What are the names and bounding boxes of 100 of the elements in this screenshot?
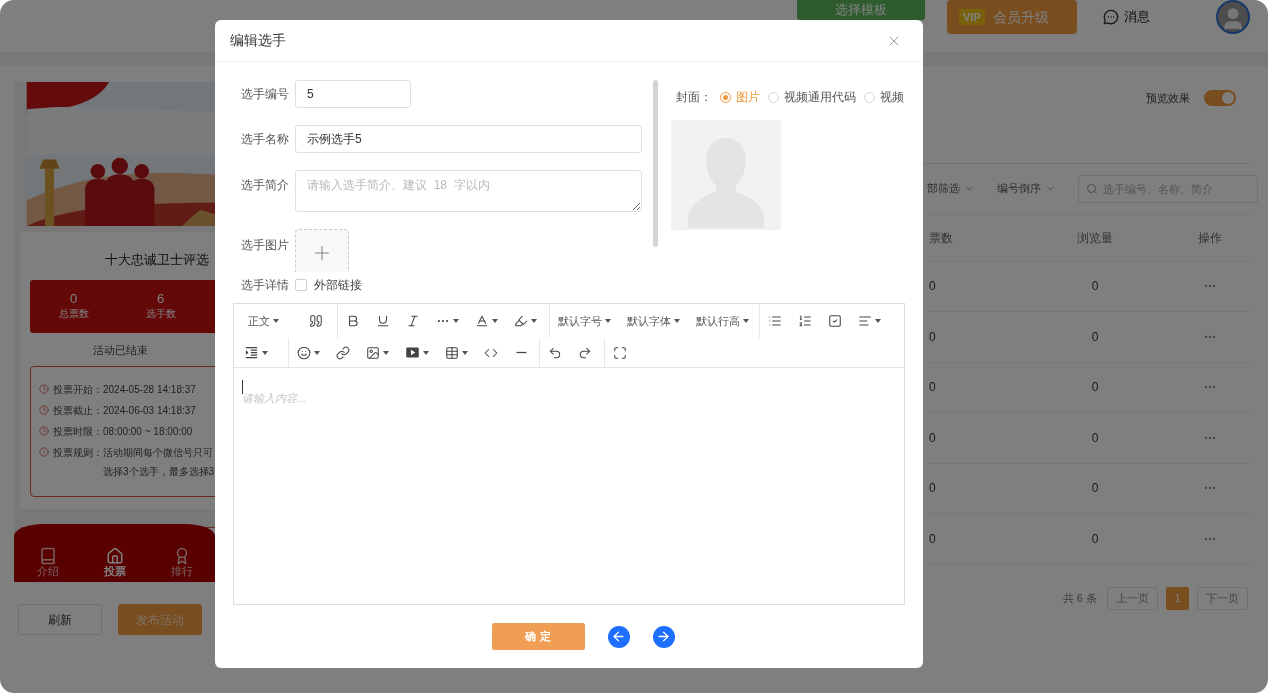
field-label: 选手简介 <box>241 177 290 194</box>
vip-badge: VIP <box>959 8 985 26</box>
line-height-dropdown[interactable]: 默认行高 <box>688 304 757 338</box>
filter-dropdown[interactable]: 部筛选 <box>927 180 975 197</box>
stat-value: 6 <box>156 291 165 308</box>
info-label: 投票开始： <box>53 383 103 398</box>
fullscreen-icon <box>613 345 627 360</box>
stat-label: 选手数 <box>145 307 176 322</box>
quote-icon <box>309 314 323 328</box>
scrollbar[interactable] <box>653 80 658 247</box>
info-value: 选择3个选手，最多选择3 <box>103 465 215 480</box>
caret-icon <box>605 319 611 323</box>
field-label: 选手编号 <box>241 86 290 103</box>
caret-icon <box>314 350 320 355</box>
field-label: 选手图片 <box>241 237 290 254</box>
table-cell-text: 0 <box>928 530 937 548</box>
font-size-dropdown[interactable]: 默认字号 <box>550 304 619 338</box>
info-value: 08:00:00 ~ 18:00:00 <box>103 425 193 440</box>
cover-radio[interactable]: 视频 <box>864 88 904 106</box>
refresh-button[interactable]: 刷新 <box>18 604 102 635</box>
nav-tab[interactable]: 排行 <box>148 547 215 578</box>
link-icon <box>336 345 350 360</box>
caret-icon <box>674 319 680 323</box>
next-button[interactable] <box>652 625 675 648</box>
template-button[interactable]: 选择模板 <box>797 0 925 20</box>
image-upload-button[interactable] <box>295 229 349 272</box>
cover-radio[interactable]: 图片 <box>720 88 760 106</box>
info-label: 投票时限： <box>53 425 103 440</box>
italic-icon <box>406 314 420 328</box>
arrow-right-icon <box>656 629 671 644</box>
undo-icon <box>548 345 562 360</box>
total-count: 共 6 条 <box>1062 590 1097 606</box>
highlighter-icon <box>514 314 528 328</box>
clock-icon <box>39 405 49 416</box>
home-icon <box>105 547 124 565</box>
font-color-icon <box>475 314 489 328</box>
preview-toggle[interactable] <box>1204 90 1236 107</box>
info-value: 2024-06-03 14:18:37 <box>103 404 196 419</box>
text-input[interactable]: 5 <box>295 80 411 108</box>
caret-icon <box>453 319 459 323</box>
user-avatar[interactable] <box>1216 0 1250 34</box>
caret-icon <box>273 319 279 323</box>
caret-icon <box>462 350 468 355</box>
column-header: 浏览量 <box>1076 229 1114 247</box>
caret-icon <box>383 350 389 355</box>
video-icon <box>405 345 420 360</box>
nav-tab[interactable]: 投票 <box>81 547 148 578</box>
caret-icon <box>743 319 749 323</box>
info-value: 活动期间每个微信号只可 <box>103 446 214 461</box>
clock-icon <box>39 384 49 395</box>
field-label: 选手名称 <box>241 131 290 148</box>
table-cell-text: 0 <box>928 480 937 498</box>
paragraph-dropdown[interactable]: 正文 <box>240 304 287 338</box>
text-input[interactable]: 示例选手5 <box>295 125 642 153</box>
caret-icon <box>262 350 268 355</box>
align-left-icon <box>858 314 872 328</box>
activity-status: 活动已结束 <box>92 342 149 358</box>
smile-icon <box>297 345 311 360</box>
indent-icon <box>244 345 259 360</box>
table-cell-text: 0 <box>928 429 937 447</box>
stat-label: 总票数 <box>58 307 89 322</box>
table-cell-text: 0 <box>928 328 937 346</box>
info-value: 2024-05-28 14:18:37 <box>103 383 196 398</box>
table-cell-text: 0 <box>1090 379 1100 397</box>
table-icon <box>445 345 459 360</box>
table-cell-text: 0 <box>1090 278 1100 296</box>
intro-textarea[interactable]: 请输入选手简介、建议 18 字以内 <box>295 170 642 212</box>
nav-tab[interactable]: 介绍 <box>14 547 81 578</box>
column-header: 票数 <box>928 229 954 247</box>
info-label: 投票规则： <box>53 446 103 461</box>
table-cell-text: 0 <box>1090 328 1100 346</box>
dialog-title: 编辑选手 <box>230 31 286 50</box>
alert-icon <box>39 447 49 458</box>
cover-label: 封面： <box>676 89 712 106</box>
underline-icon <box>376 314 390 328</box>
search-icon <box>1086 182 1098 195</box>
messages-button[interactable]: 消息 <box>1103 0 1150 34</box>
caret-icon <box>492 319 498 323</box>
confirm-button[interactable]: 确 定 <box>491 623 585 650</box>
caret-icon <box>875 319 881 323</box>
table-cell-text: 0 <box>1090 480 1100 498</box>
table-cell-text: 0 <box>1090 429 1100 447</box>
caret-icon <box>531 319 537 323</box>
field-label: 选手详情 <box>241 277 290 294</box>
column-header: 操作 <box>1197 229 1223 247</box>
bold-icon <box>346 314 360 328</box>
caret-icon <box>423 350 429 355</box>
preview-label: 预览效果 <box>1146 91 1190 106</box>
book-icon <box>38 547 57 565</box>
stat-value: 0 <box>69 291 78 308</box>
font-family-dropdown[interactable]: 默认字体 <box>619 304 688 338</box>
redo-icon <box>578 345 592 360</box>
cover-radio[interactable]: 视频通用代码 <box>768 88 856 106</box>
table-cell-text: 0 <box>928 278 937 296</box>
external-link-checkbox[interactable]: 外部链接 <box>295 276 362 294</box>
filter-dropdown[interactable]: 编号倒序 <box>997 180 1056 197</box>
previous-button[interactable] <box>607 625 630 648</box>
info-label: 投票截止： <box>53 404 103 419</box>
bullet-list-icon <box>768 314 782 328</box>
table-cell-text: 0 <box>928 379 937 397</box>
